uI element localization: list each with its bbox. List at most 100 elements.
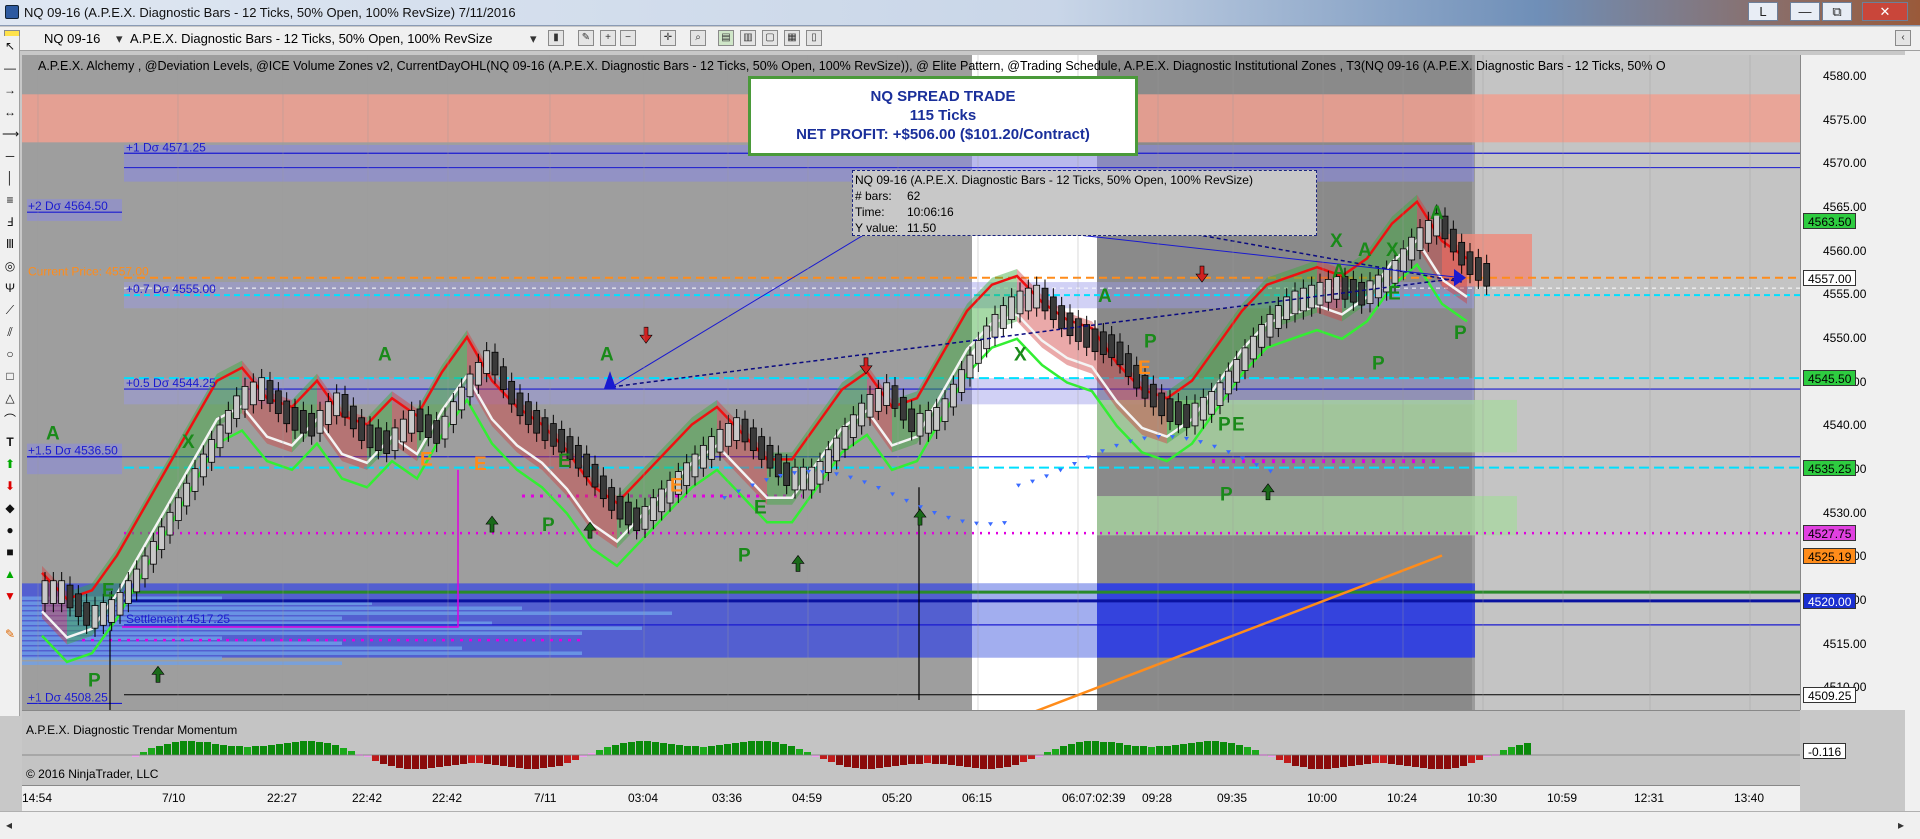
momentum-bar [228,746,235,755]
zoom-out-icon[interactable]: − [620,30,636,46]
candle [658,488,666,513]
diamond-icon[interactable]: ◆ [2,500,18,516]
fibonacci-icon[interactable]: Ⅎ [2,214,18,230]
collapse-icon[interactable]: ‹ [1895,30,1911,46]
pitchfork-icon[interactable]: Ψ [2,280,18,296]
time-axis[interactable]: 14:54 7/10 22:27 22:42 22:42 7/11 03:04 03:36 04… [22,785,1800,811]
indicators-icon[interactable]: ▤ [718,30,734,46]
candle [99,602,107,626]
candle [174,497,182,521]
fib-extension-icon[interactable]: Ⅲ [2,236,18,252]
arc-icon[interactable]: ⌒ [2,412,18,428]
candle [349,405,357,430]
minimize-button[interactable]: — [1790,2,1820,21]
momentum-bar [836,755,843,765]
instrument-dropdown-icon[interactable]: ▾ [116,31,123,47]
crosshair-icon[interactable]: ✛ [660,30,676,46]
data-box-icon[interactable]: ▯ [806,30,822,46]
momentum-bar [156,746,163,755]
arrow-line-icon[interactable]: ⟶ [2,126,19,142]
momentum-bar [828,755,835,762]
momentum-bar [1204,741,1211,755]
triangle-up-icon[interactable]: ▲ [2,566,18,582]
bar-type-icon[interactable]: ▮ [548,30,564,46]
properties-icon[interactable]: ▦ [784,30,800,46]
horizontal-scrollbar[interactable]: ◂ ▸ [0,811,1920,839]
square-icon[interactable]: ■ [2,544,18,560]
pattern-letter: A [1430,203,1444,224]
momentum-bar [1396,755,1403,765]
momentum-bar [1244,747,1251,755]
momentum-bar [1364,755,1371,764]
gann-fan-icon[interactable]: ⟋ [2,302,18,318]
arrow-up-icon[interactable]: ⬆ [2,456,18,472]
momentum-bar [1196,742,1203,755]
fib-circle-icon[interactable]: ◎ [2,258,18,274]
search-icon[interactable]: ⌕ [690,30,706,46]
ellipse-icon[interactable]: ○ [2,346,18,362]
momentum-bar [428,755,435,768]
triangle-down-icon[interactable]: ▼ [2,588,18,604]
cursor-icon[interactable]: ↖ [2,38,18,54]
candle [499,366,507,390]
momentum-panel[interactable]: A.P.E.X. Diagnostic Trendar Momentum © 2… [22,710,1800,785]
price-axis[interactable]: 4580.00 4575.00 4570.00 4565.00 4560.00 4555.… [1800,55,1905,759]
dot-icon[interactable]: ● [2,522,18,538]
extended-line-icon[interactable]: ↔ [2,104,18,120]
momentum-bar [636,741,643,755]
maximize-button[interactable]: ⧉ [1822,2,1852,21]
momentum-bar [868,755,875,769]
series-dropdown-icon[interactable]: ▾ [530,31,537,47]
regression-icon[interactable]: ⫽ [2,324,18,340]
candle [49,580,57,604]
series-selector[interactable]: A.P.E.X. Diagnostic Bars - 12 Ticks, 50%… [130,31,493,46]
candle [1116,341,1124,366]
momentum-bar [1084,741,1091,755]
time-tick-label: 09:28 [1142,791,1173,805]
rectangle-icon[interactable]: □ [2,368,18,384]
strategies-icon[interactable]: ▥ [740,30,756,46]
momentum-bar [1116,743,1123,755]
arrow-down-icon[interactable]: ⬇ [2,478,18,494]
momentum-bar [476,755,483,763]
pattern-letter: P [88,670,101,691]
instrument-selector[interactable]: NQ 09-16 [44,31,100,46]
pencil-icon[interactable]: ✎ [578,30,594,46]
scroll-right-icon[interactable]: ▸ [1898,818,1904,832]
time-tick-label: 12:31 [1634,791,1665,805]
candle [391,427,399,452]
price-tick-label: 4555.00 [1823,287,1867,302]
vertical-line-icon[interactable]: │ [2,170,18,186]
candle [41,580,49,604]
horizontal-line-icon[interactable]: ─ [2,148,18,164]
time-tick-label: 03:36 [712,791,743,805]
momentum-bar [172,742,179,755]
time-tick-label: 22:42 [432,791,463,805]
momentum-bar [1476,755,1483,760]
candle [199,453,207,478]
candle [908,408,916,433]
momentum-bar [484,755,491,764]
remove-drawings-icon[interactable]: ✎ [2,626,18,642]
candle [116,591,124,616]
time-tick-label: 7/10 [162,791,186,805]
momentum-bar [996,755,1003,768]
trade-profit: NET PROFIT: +$506.00 ($101.20/Contract) [796,126,1090,143]
candle [383,430,391,454]
close-button[interactable]: ✕ [1862,2,1908,21]
tooltip-row: # bars: 62 [855,189,921,203]
image-icon[interactable]: ▢ [762,30,778,46]
trend-channel-icon[interactable]: ≡ [2,192,18,208]
zoom-in-icon[interactable]: + [600,30,616,46]
candle [483,350,491,374]
scroll-left-icon[interactable]: ◂ [6,818,12,832]
link-button[interactable]: L [1748,2,1778,21]
text-icon[interactable]: T [2,434,18,450]
candle [1174,401,1182,425]
candle [1033,284,1041,309]
candle [458,386,466,411]
momentum-bar [724,744,731,755]
ray-icon[interactable]: → [2,82,18,98]
line-icon[interactable]: — [2,60,18,76]
triangle-icon[interactable]: △ [2,390,18,406]
